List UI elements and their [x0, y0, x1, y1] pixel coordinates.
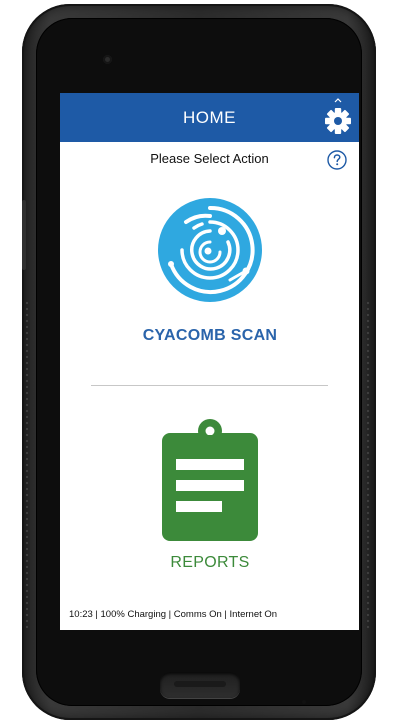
cyacomb-logo-icon	[158, 198, 262, 302]
hardware-home-button[interactable]	[160, 672, 240, 698]
status-bar: 10:23 | 100% Charging | Comms On | Inter…	[69, 609, 278, 620]
clipboard-report-icon	[162, 419, 258, 541]
settings-button[interactable]	[323, 106, 353, 136]
help-button[interactable]	[327, 150, 347, 170]
microphone-dot	[302, 700, 306, 704]
grip-texture-left	[24, 300, 30, 630]
grip-texture-right	[365, 300, 371, 630]
page-title: HOME	[183, 108, 236, 127]
gear-icon	[325, 108, 351, 134]
reports-label: REPORTS	[170, 554, 250, 571]
prompt-text: Please Select Action	[150, 151, 269, 166]
app-screen: HOME Please Select Action CYACOMB SCAN R…	[60, 93, 359, 630]
cyacomb-scan-label: CYACOMB SCAN	[142, 327, 278, 344]
reports-button[interactable]: REPORTS	[100, 419, 320, 574]
front-camera	[103, 55, 112, 64]
app-header: HOME	[60, 93, 359, 142]
question-circle-icon	[327, 150, 347, 170]
section-divider	[91, 385, 328, 386]
cyacomb-scan-button[interactable]: CYACOMB SCAN	[100, 193, 320, 358]
caret-up-icon	[334, 98, 342, 103]
side-button	[22, 200, 26, 270]
prompt-row: Please Select Action	[60, 150, 359, 170]
